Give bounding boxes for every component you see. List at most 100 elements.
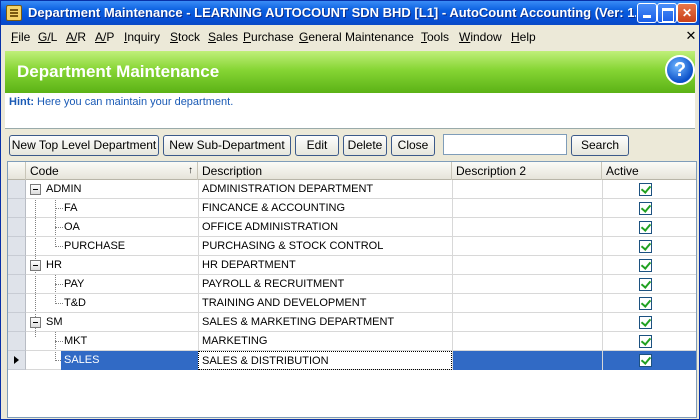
table-row[interactable]: HR HR DEPARTMENT <box>8 256 696 275</box>
menu-file[interactable]: File <box>11 30 30 44</box>
menu-window[interactable]: Window <box>459 30 502 44</box>
cell-description: MARKETING <box>198 332 452 351</box>
row-indicator[interactable] <box>8 199 26 218</box>
row-indicator[interactable] <box>8 313 26 332</box>
row-indicator[interactable] <box>8 294 26 313</box>
cell-active <box>602 237 696 256</box>
new-top-level-department-button[interactable]: New Top Level Department <box>9 135 159 156</box>
table-row[interactable]: MKT MARKETING <box>8 332 696 351</box>
minimize-button[interactable] <box>637 3 657 23</box>
edit-button[interactable]: Edit <box>295 135 339 156</box>
column-header-active[interactable]: Active <box>602 162 696 180</box>
menu-sales[interactable]: Sales <box>208 30 238 44</box>
cell-description[interactable]: SALES & DISTRIBUTION <box>198 351 452 370</box>
department-tree-grid[interactable]: Code ↑ Description Description 2 Active … <box>7 161 697 418</box>
active-checkbox[interactable] <box>639 259 652 272</box>
menu-stock[interactable]: Stock <box>170 30 200 44</box>
active-checkbox[interactable] <box>639 240 652 253</box>
tree-line <box>55 208 63 209</box>
cell-description-2 <box>452 237 602 256</box>
active-checkbox[interactable] <box>639 335 652 348</box>
title-bar[interactable]: Department Maintenance - LEARNING AUTOCO… <box>1 1 699 25</box>
active-checkbox[interactable] <box>639 297 652 310</box>
table-row-selected[interactable]: SALES SALES & DISTRIBUTION <box>8 351 696 370</box>
menu-general-maintenance[interactable]: General Maintenance <box>299 30 414 44</box>
table-row[interactable]: PURCHASE PURCHASING & STOCK CONTROL <box>8 237 696 256</box>
cell-active <box>602 313 696 332</box>
menu-ar[interactable]: A/R <box>66 30 86 44</box>
menu-tools[interactable]: Tools <box>421 30 449 44</box>
cell-description: PURCHASING & STOCK CONTROL <box>198 237 452 256</box>
close-button[interactable]: Close <box>391 135 435 156</box>
table-row[interactable]: SM SALES & MARKETING DEPARTMENT <box>8 313 696 332</box>
cell-description-2 <box>452 199 602 218</box>
cell-active <box>602 180 696 199</box>
tree-line <box>55 227 63 228</box>
row-indicator[interactable] <box>8 275 26 294</box>
menu-help[interactable]: Help <box>511 30 536 44</box>
tree-line <box>55 341 63 342</box>
collapse-toggle-icon[interactable] <box>30 317 41 328</box>
sort-ascending-icon: ↑ <box>188 165 193 176</box>
close-window-button[interactable]: ✕ <box>677 3 697 23</box>
cell-description: TRAINING AND DEVELOPMENT <box>198 294 452 313</box>
active-checkbox[interactable] <box>639 183 652 196</box>
active-checkbox[interactable] <box>639 202 652 215</box>
cell-active <box>602 351 696 370</box>
search-input[interactable] <box>443 134 567 155</box>
cell-code: SM <box>46 316 63 328</box>
row-indicator[interactable] <box>8 218 26 237</box>
collapse-toggle-icon[interactable] <box>30 260 41 271</box>
column-header-code[interactable]: Code ↑ <box>26 162 198 180</box>
mdi-close-icon[interactable]: ✕ <box>684 29 698 44</box>
cell-description: SALES & MARKETING DEPARTMENT <box>198 313 452 332</box>
table-row[interactable]: T&D TRAINING AND DEVELOPMENT <box>8 294 696 313</box>
row-indicator[interactable] <box>8 237 26 256</box>
row-indicator[interactable] <box>8 332 26 351</box>
tree-line <box>55 246 63 247</box>
help-icon[interactable]: ? <box>665 55 695 85</box>
menu-inquiry[interactable]: Inquiry <box>124 30 160 44</box>
table-row[interactable]: OA OFFICE ADMINISTRATION <box>8 218 696 237</box>
hint-text: Here you can maintain your department. <box>37 96 234 108</box>
window-title: Department Maintenance - LEARNING AUTOCO… <box>28 5 636 20</box>
cell-code: MKT <box>64 335 88 347</box>
cell-description: ADMINISTRATION DEPARTMENT <box>198 180 452 199</box>
cell-description: HR DEPARTMENT <box>198 256 452 275</box>
cell-code: OA <box>64 221 80 233</box>
cell-code: ADMIN <box>46 183 82 195</box>
cell-description-2 <box>452 313 602 332</box>
column-header-description-2[interactable]: Description 2 <box>452 162 602 180</box>
menu-gl[interactable]: G/L <box>38 30 57 44</box>
maximize-button[interactable] <box>657 3 677 23</box>
table-row[interactable]: PAY PAYROLL & RECRUITMENT <box>8 275 696 294</box>
tree-line <box>55 303 63 304</box>
cell-description: FINCANCE & ACCOUNTING <box>198 199 452 218</box>
cell-description-2 <box>452 180 602 199</box>
menu-ap[interactable]: A/P <box>95 30 114 44</box>
current-row-indicator-icon[interactable] <box>8 351 26 370</box>
row-indicator[interactable] <box>8 180 26 199</box>
cell-code: PURCHASE <box>64 240 126 252</box>
cell-description-2 <box>452 256 602 275</box>
menu-purchase[interactable]: Purchase <box>243 30 294 44</box>
cell-description-2 <box>452 351 602 370</box>
delete-button[interactable]: Delete <box>343 135 387 156</box>
form-header: Department Maintenance ? <box>5 51 695 93</box>
table-row[interactable]: FA FINCANCE & ACCOUNTING <box>8 199 696 218</box>
column-header-description[interactable]: Description <box>198 162 452 180</box>
table-row[interactable]: ADMIN ADMINISTRATION DEPARTMENT <box>8 180 696 199</box>
active-checkbox[interactable] <box>639 354 652 367</box>
cell-description: PAYROLL & RECRUITMENT <box>198 275 452 294</box>
row-indicator[interactable] <box>8 256 26 275</box>
active-checkbox[interactable] <box>639 278 652 291</box>
cell-description-2 <box>452 294 602 313</box>
tree-line <box>55 284 63 285</box>
search-button[interactable]: Search <box>571 135 629 156</box>
active-checkbox[interactable] <box>639 221 652 234</box>
active-checkbox[interactable] <box>639 316 652 329</box>
grid-header: Code ↑ Description Description 2 Active <box>8 162 696 180</box>
new-sub-department-button[interactable]: New Sub-Department <box>163 135 291 156</box>
collapse-toggle-icon[interactable] <box>30 184 41 195</box>
cell-active <box>602 275 696 294</box>
